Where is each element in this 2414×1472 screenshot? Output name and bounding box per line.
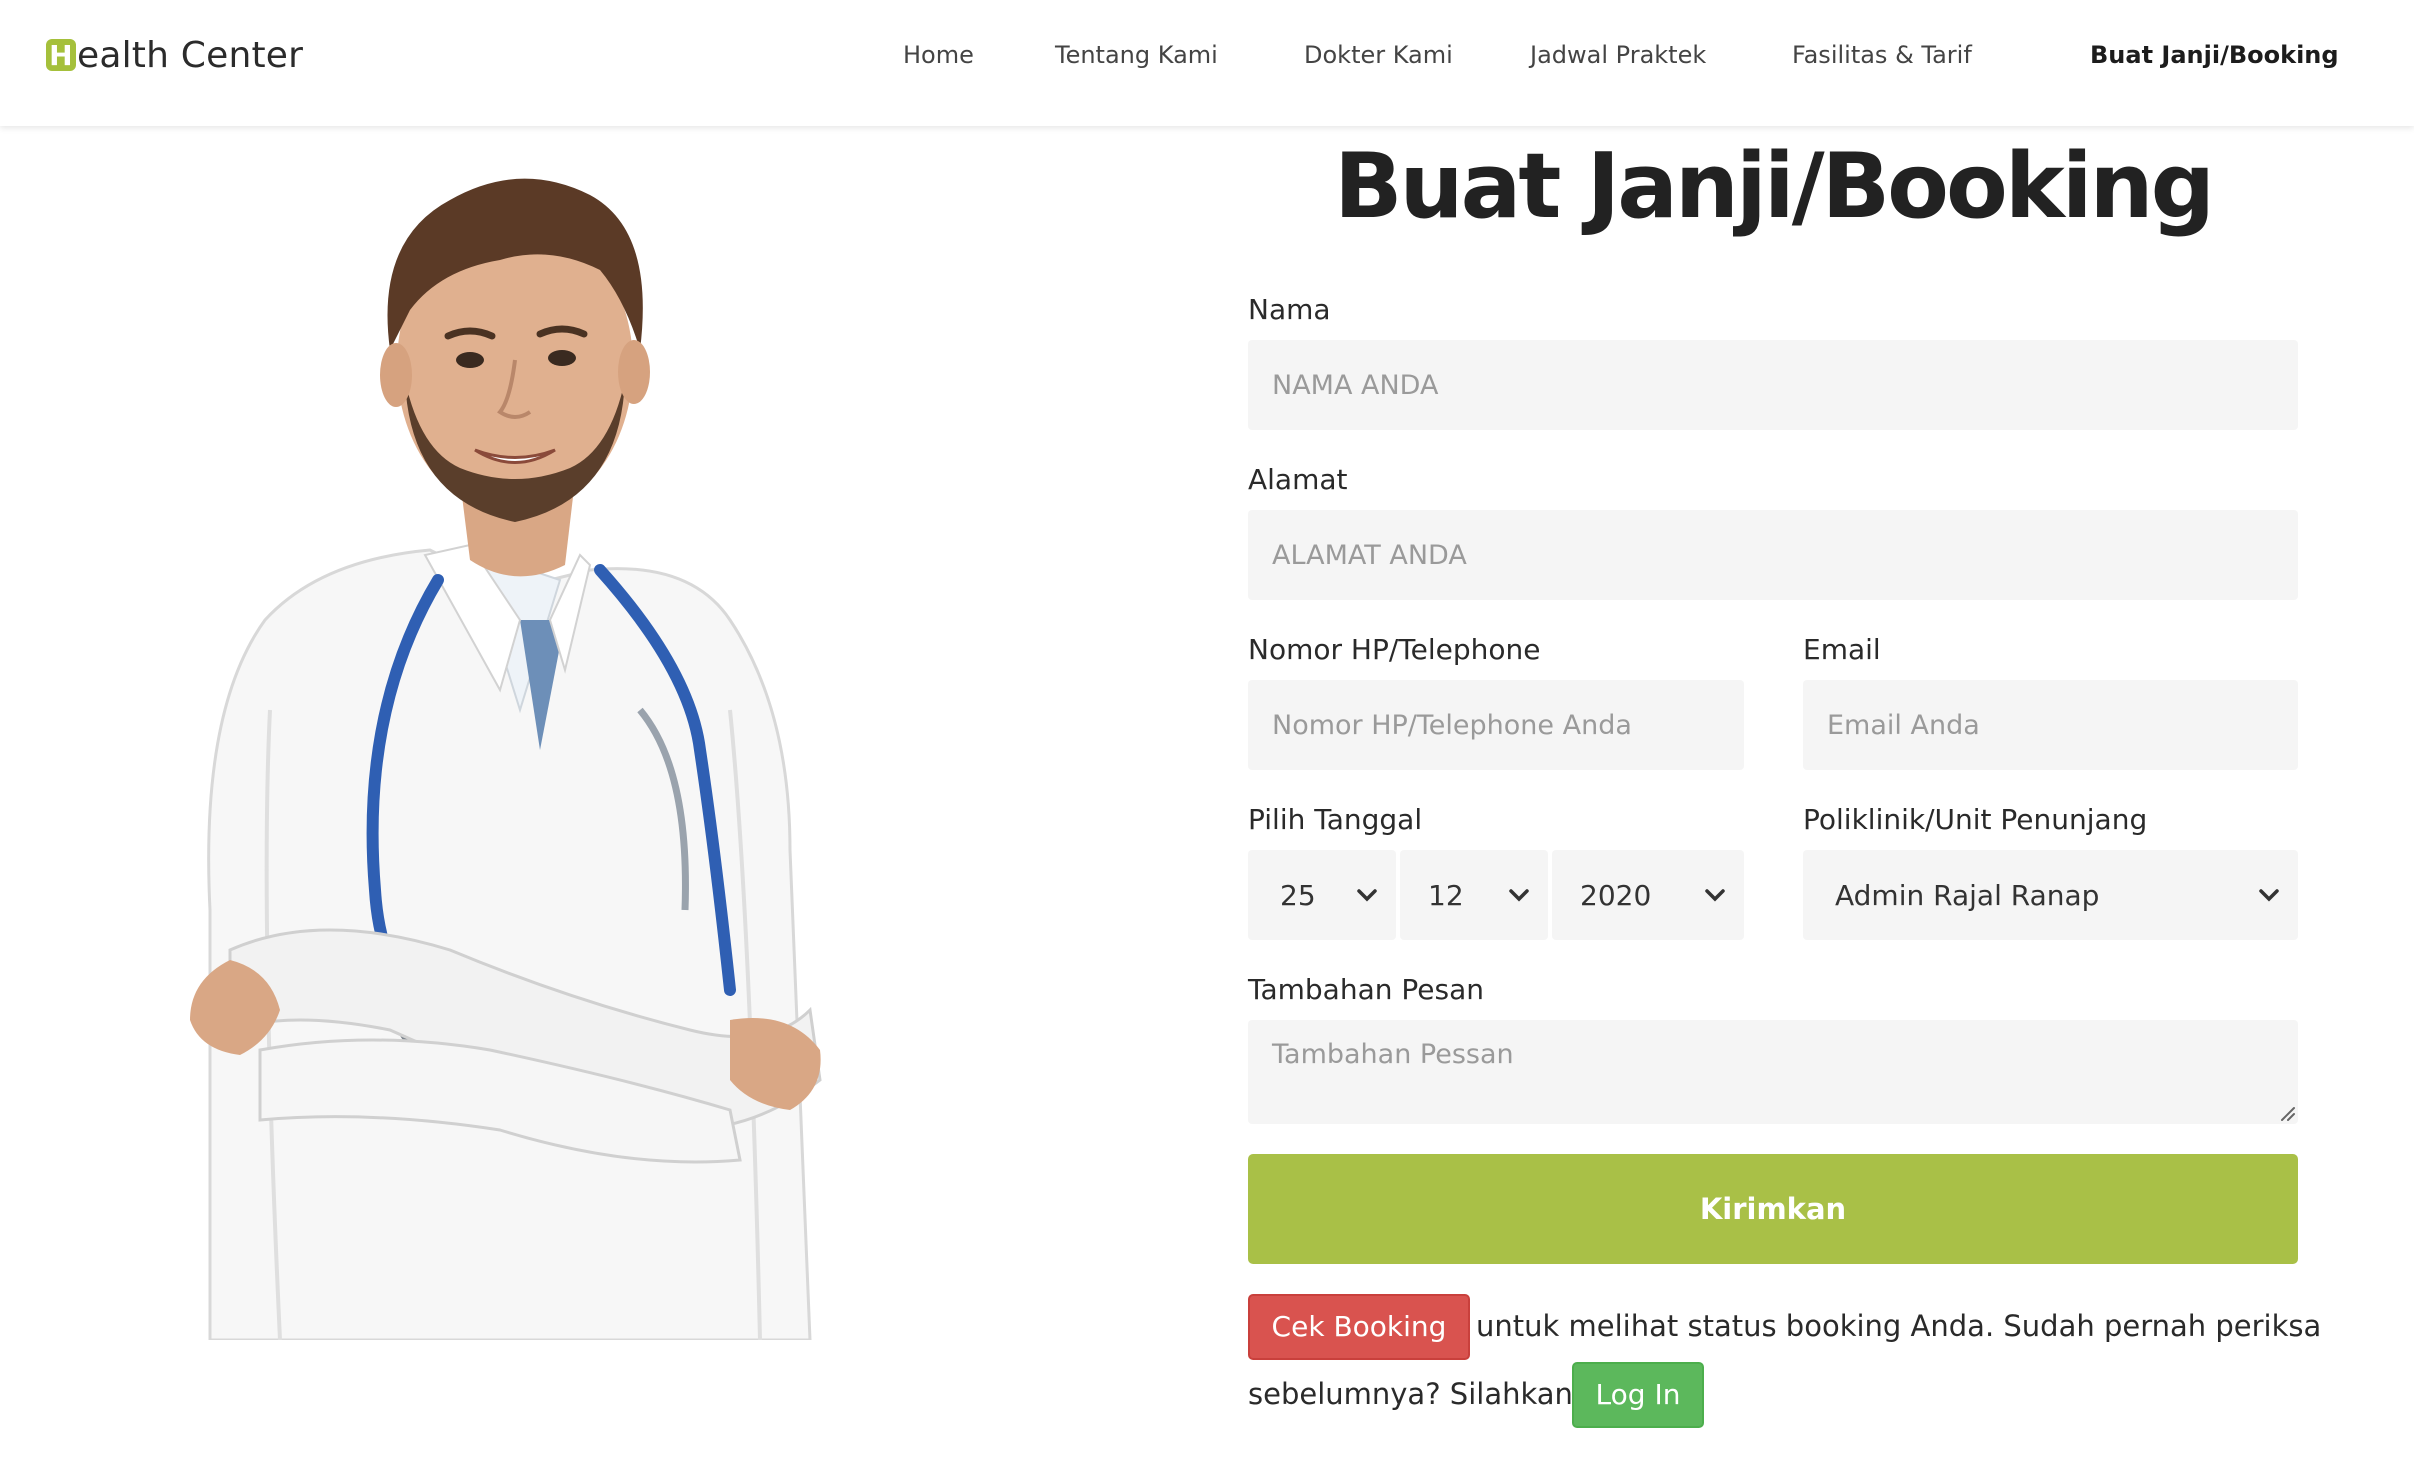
cek-booking-button[interactable]: Cek Booking	[1248, 1294, 1470, 1360]
year-select[interactable]: 2020	[1552, 850, 1744, 940]
nav-item-tentang-kami[interactable]: Tentang Kami	[1055, 38, 1218, 72]
booking-status-note: untuk melihat status booking Anda. Sudah…	[1476, 1309, 2322, 1343]
telepon-label: Nomor HP/Telephone	[1248, 633, 1541, 666]
nama-label: Nama	[1248, 293, 1331, 326]
poliklinik-select[interactable]: Admin Rajal Ranap	[1803, 850, 2298, 940]
brand-logo[interactable]: H ealth Center	[46, 30, 303, 80]
login-prompt-note: sebelumnya? Silahkan	[1248, 1377, 1573, 1411]
brand-mark-icon: H	[46, 39, 76, 72]
brand-name: ealth Center	[77, 34, 304, 76]
email-label: Email	[1803, 633, 1881, 666]
month-select-value: 12	[1428, 878, 1464, 912]
page-title: Buat Janji/Booking	[1333, 134, 2215, 239]
resize-grip-icon[interactable]	[2278, 1104, 2296, 1122]
poliklinik-label: Poliklinik/Unit Penunjang	[1803, 803, 2148, 836]
year-select-value: 2020	[1580, 878, 1652, 912]
chevron-down-icon	[1509, 889, 1529, 902]
chevron-down-icon	[1357, 889, 1377, 902]
doctor-photo	[190, 178, 822, 1340]
month-select[interactable]: 12	[1400, 850, 1548, 940]
nav-item-buat-janji-booking[interactable]: Buat Janji/Booking	[2090, 38, 2339, 72]
day-select[interactable]: 25	[1248, 850, 1396, 940]
pesan-textarea[interactable]	[1248, 1020, 2298, 1124]
email-input[interactable]	[1803, 680, 2298, 770]
nav-item-fasilitas-tarif[interactable]: Fasilitas & Tarif	[1792, 38, 1972, 72]
kirimkan-button[interactable]: Kirimkan	[1248, 1154, 2298, 1264]
nama-input[interactable]	[1248, 340, 2298, 430]
telepon-input[interactable]	[1248, 680, 1744, 770]
login-button[interactable]: Log In	[1572, 1362, 1704, 1428]
pesan-label: Tambahan Pesan	[1248, 973, 1484, 1006]
nav-item-home[interactable]: Home	[903, 38, 974, 72]
navbar: H ealth Center Home Tentang Kami Dokter …	[0, 0, 2414, 126]
poliklinik-select-value: Admin Rajal Ranap	[1835, 878, 2100, 912]
nav-item-jadwal-praktek[interactable]: Jadwal Praktek	[1530, 38, 1706, 72]
chevron-down-icon	[1705, 889, 1725, 902]
alamat-input[interactable]	[1248, 510, 2298, 600]
chevron-down-icon	[2259, 889, 2279, 902]
alamat-label: Alamat	[1248, 463, 1348, 496]
tanggal-label: Pilih Tanggal	[1248, 803, 1423, 836]
nav-item-dokter-kami[interactable]: Dokter Kami	[1304, 38, 1453, 72]
day-select-value: 25	[1280, 878, 1316, 912]
